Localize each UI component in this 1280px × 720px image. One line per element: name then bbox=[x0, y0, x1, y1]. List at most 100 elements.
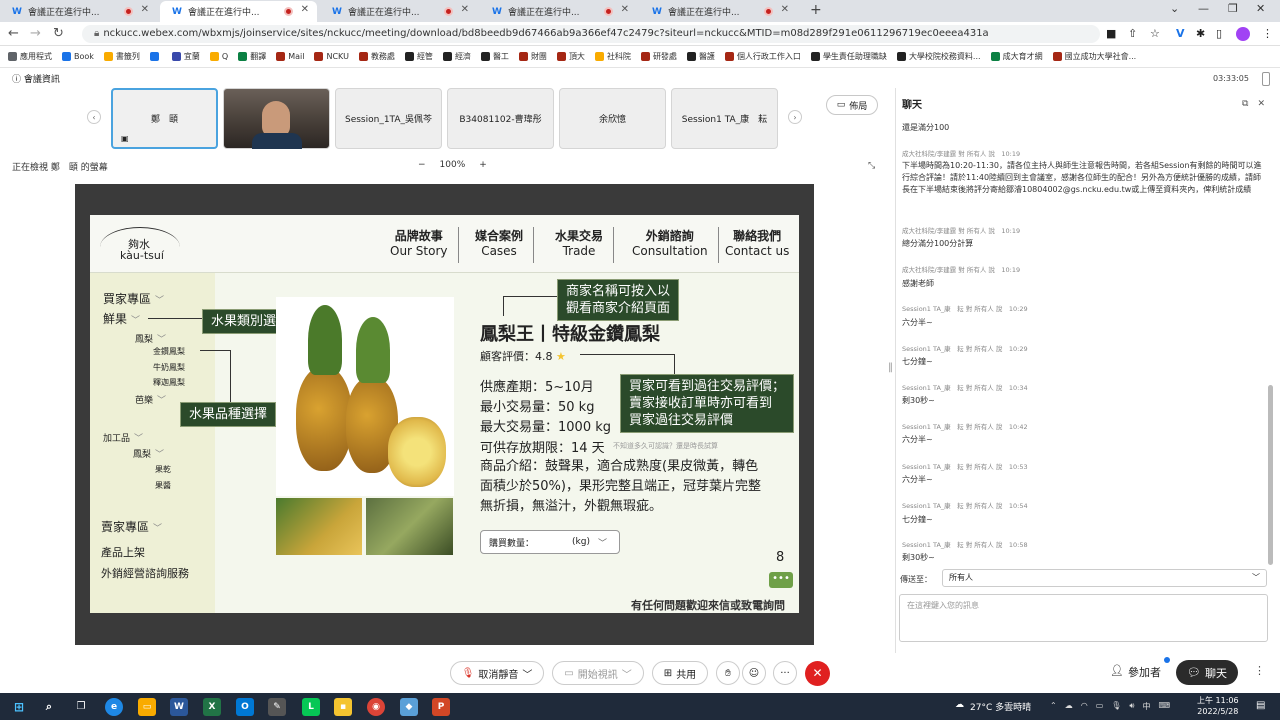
file-explorer-icon[interactable]: ▭ bbox=[138, 698, 156, 716]
chat-scrollbar[interactable] bbox=[1268, 385, 1273, 565]
url-field[interactable]: 🔒︎ nckucc.webex.com/wbxmjs/joinservice/si… bbox=[82, 25, 1100, 43]
send-to-select[interactable]: 所有人 ﹀ bbox=[942, 569, 1267, 587]
powerpoint-icon[interactable]: P bbox=[432, 698, 450, 716]
raise-hand-button[interactable]: ✋︎ bbox=[716, 661, 740, 685]
bookmark-item[interactable]: 成大育才網 bbox=[990, 51, 1043, 62]
extension-v-icon[interactable]: V bbox=[1176, 27, 1185, 40]
side-item[interactable]: 釋迦鳳梨 bbox=[153, 377, 185, 388]
chat-message-input[interactable]: 在這裡鍵入您的訊息 bbox=[899, 594, 1268, 642]
app-icon[interactable]: ✎ bbox=[268, 698, 286, 716]
close-tab-icon[interactable]: ✕ bbox=[461, 4, 469, 15]
cloud-icon[interactable]: ☁ bbox=[1065, 701, 1073, 712]
participant-thumbnail[interactable]: 余欣憶 bbox=[559, 88, 666, 149]
excel-icon[interactable]: X bbox=[203, 698, 221, 716]
participant-thumbnail[interactable]: B34081102-曹瑋彤 bbox=[447, 88, 554, 149]
bookmark-item[interactable]: NCKU bbox=[314, 52, 349, 61]
edge-icon[interactable]: e bbox=[105, 698, 123, 716]
chrome-icon[interactable]: ◉ bbox=[367, 698, 385, 716]
bookmark-item[interactable]: 研發處 bbox=[640, 51, 677, 62]
reload-icon[interactable]: ↻ bbox=[53, 26, 64, 41]
participant-video[interactable] bbox=[223, 88, 330, 149]
start-video-button[interactable]: ▭ 開始視訊 ﹀ bbox=[552, 661, 644, 685]
bookmark-item[interactable]: 書籤列 bbox=[103, 51, 140, 62]
menu-cases[interactable]: 媒合案例 Cases bbox=[465, 227, 535, 263]
back-icon[interactable]: ← bbox=[8, 26, 19, 41]
restore-icon[interactable]: ❐ bbox=[1228, 2, 1238, 15]
quantity-input[interactable]: 購買數量： (kg) ﹀ bbox=[480, 530, 620, 554]
outlook-icon[interactable]: O bbox=[236, 698, 254, 716]
product-title[interactable]: 鳳梨王丨特級金鑽鳳梨 bbox=[480, 320, 660, 346]
leave-meeting-button[interactable]: ✕ bbox=[805, 661, 830, 686]
sticky-notes-icon[interactable]: ▪ bbox=[334, 698, 352, 716]
clock[interactable]: 上午 11:06 2022/5/28 bbox=[1197, 695, 1239, 717]
participant-thumbnail[interactable]: 鄭 頤 ▣ bbox=[111, 88, 218, 149]
browser-tab[interactable]: W 會議正在進行中... ✕ bbox=[640, 1, 797, 22]
weather-widget[interactable]: ☁ 27°C 多雲時晴 bbox=[955, 700, 1031, 713]
bookmark-item[interactable]: 應用程式 bbox=[8, 51, 52, 62]
menu-contact[interactable]: 聯絡我們 Contact us bbox=[715, 227, 799, 263]
zoom-out-button[interactable]: − bbox=[418, 160, 426, 170]
windows-start-icon[interactable]: ⊞ bbox=[10, 698, 28, 716]
word-icon[interactable]: W bbox=[170, 698, 188, 716]
bookmark-item[interactable]: 學生責任助理職缺 bbox=[810, 51, 887, 62]
side-pineapple2[interactable]: 鳳梨 ﹀ bbox=[133, 447, 164, 460]
search-icon[interactable]: ⌕ bbox=[40, 698, 58, 716]
bookmark-item[interactable]: Book bbox=[62, 52, 94, 61]
side-listing[interactable]: 產品上架 bbox=[101, 544, 145, 560]
side-buyer[interactable]: 買家專區 ﹀ bbox=[103, 290, 164, 307]
bookmark-item[interactable]: 經管 bbox=[404, 51, 433, 62]
notification-icon[interactable]: ▤ bbox=[1256, 700, 1265, 711]
meeting-info-button[interactable]: ⓘ 會議資訊 bbox=[12, 72, 60, 85]
bookmark-star-icon[interactable]: ☆ bbox=[1150, 27, 1160, 40]
forward-icon[interactable]: → bbox=[30, 26, 41, 41]
bookmark-item[interactable]: 醫護 bbox=[686, 51, 715, 62]
participant-thumbnail[interactable]: Session_1TA_吳佩芩 bbox=[335, 88, 442, 149]
layout-button[interactable]: ▭ 佈局 bbox=[826, 95, 878, 115]
menu-trade[interactable]: 水果交易 Trade bbox=[545, 227, 615, 263]
wifi-icon[interactable]: ◠ bbox=[1081, 701, 1088, 712]
close-tab-icon[interactable]: ✕ bbox=[621, 4, 629, 15]
app-icon[interactable]: ◆ bbox=[400, 698, 418, 716]
side-item[interactable]: 牛奶鳳梨 bbox=[153, 362, 185, 373]
menu-consultation[interactable]: 外銷諮詢 Consultation bbox=[622, 227, 719, 263]
bookmark-item[interactable]: 個人行政工作入口 bbox=[724, 51, 801, 62]
mic-icon[interactable]: 🎙︎ bbox=[1111, 701, 1121, 712]
side-export[interactable]: 外銷經營諮詢服務 bbox=[101, 565, 189, 581]
close-window-icon[interactable]: ✕ bbox=[1256, 2, 1265, 15]
side-seller[interactable]: 賣家專區 ﹀ bbox=[101, 518, 162, 535]
browser-tab[interactable]: W 會議正在進行中... ✕ bbox=[480, 1, 637, 22]
tab-search-icon[interactable]: ⌄ bbox=[1170, 2, 1179, 15]
bookmark-item[interactable]: 宜蘭 bbox=[171, 51, 200, 62]
close-tab-icon[interactable]: ✕ bbox=[301, 4, 309, 15]
battery-icon[interactable]: ▭ bbox=[1096, 701, 1104, 712]
share-icon[interactable]: ⇧ bbox=[1128, 27, 1137, 40]
chat-bubble-icon[interactable]: ••• bbox=[769, 572, 793, 588]
bookmark-item[interactable] bbox=[149, 52, 162, 61]
bookmark-item[interactable]: 頂大 bbox=[556, 51, 585, 62]
camera-icon[interactable]: ■ bbox=[1106, 27, 1116, 40]
scroll-left-icon[interactable]: ‹ bbox=[87, 110, 101, 124]
close-icon[interactable]: ✕ bbox=[1257, 99, 1265, 109]
more-icon[interactable]: ⋮ bbox=[1254, 664, 1265, 677]
chat-button[interactable]: 💬︎ 聊天 bbox=[1176, 660, 1238, 685]
side-item[interactable]: 果醬 bbox=[155, 480, 171, 491]
popout-icon[interactable]: ⧉ bbox=[1242, 99, 1248, 109]
participants-button[interactable]: 👤︎ 參加者 bbox=[1110, 664, 1161, 680]
side-pineapple[interactable]: 鳳梨 ﹀ bbox=[135, 332, 166, 345]
side-item[interactable]: 果乾 bbox=[155, 464, 171, 475]
bookmark-item[interactable]: 國立成功大學社會... bbox=[1052, 51, 1136, 62]
browser-tab[interactable]: W 會議正在進行中... ✕ bbox=[0, 1, 157, 22]
participant-thumbnail[interactable]: Session1 TA_康 耘 bbox=[671, 88, 778, 149]
volume-icon[interactable]: 🔊︎ bbox=[1129, 701, 1134, 712]
panel-resize-handle[interactable]: ‖ bbox=[888, 362, 893, 373]
keyboard-icon[interactable]: ⌨ bbox=[1158, 701, 1170, 712]
side-item[interactable]: 金鑽鳳梨 bbox=[153, 346, 185, 357]
close-tab-icon[interactable]: ✕ bbox=[141, 4, 149, 15]
side-processed[interactable]: 加工品 ﹀ bbox=[103, 431, 143, 444]
bookmark-item[interactable]: 大學校院校務資料... bbox=[896, 51, 981, 62]
bookmark-item[interactable]: Q bbox=[209, 52, 228, 61]
chevron-up-icon[interactable]: ⌃ bbox=[1050, 701, 1057, 712]
bookmark-item[interactable]: 財團 bbox=[518, 51, 547, 62]
menu-our-story[interactable]: 品牌故事 Our Story bbox=[380, 227, 459, 263]
bookmark-item[interactable]: Mail bbox=[276, 52, 304, 61]
